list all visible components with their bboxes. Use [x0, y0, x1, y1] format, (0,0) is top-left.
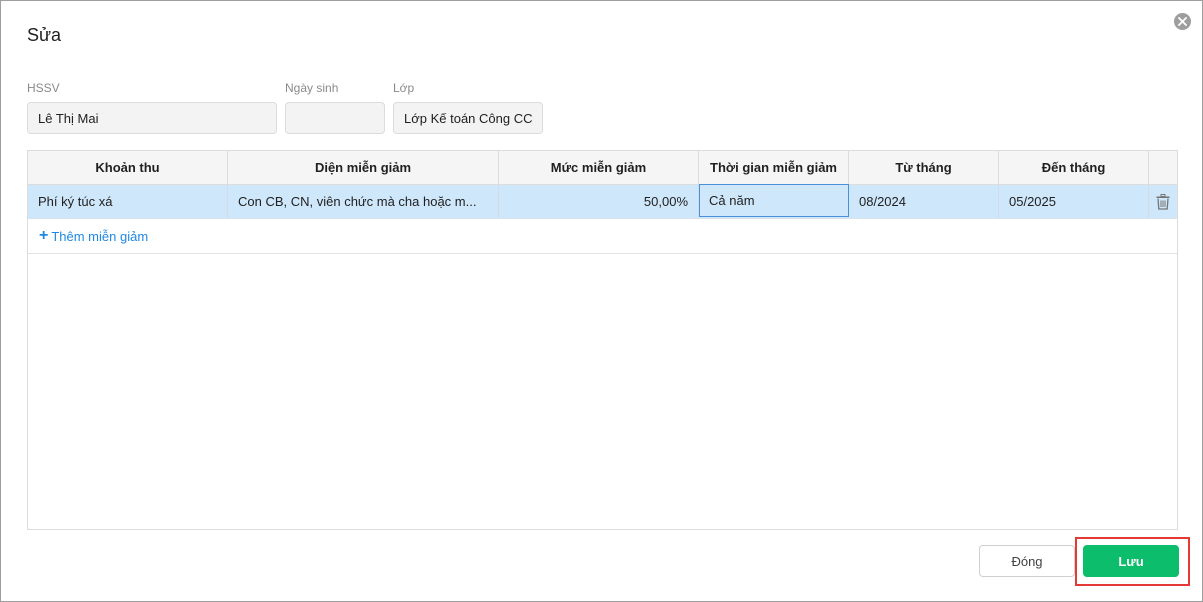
- column-header-actions: [1149, 151, 1177, 184]
- add-exemption-button[interactable]: + Thêm miễn giảm: [28, 219, 1177, 254]
- cell-category[interactable]: Con CB, CN, viên chức mà cha hoặc m...: [228, 185, 499, 218]
- column-header-fee[interactable]: Khoản thu: [28, 151, 228, 184]
- column-header-category[interactable]: Diện miễn giảm: [228, 151, 499, 184]
- class-label: Lớp: [393, 81, 415, 95]
- dialog-title: Sửa: [27, 25, 62, 45]
- cell-to[interactable]: 05/2025: [999, 185, 1149, 218]
- cell-period[interactable]: Cả năm: [699, 184, 849, 217]
- cell-rate[interactable]: 50,00%: [499, 185, 699, 218]
- add-exemption-label: Thêm miễn giảm: [51, 228, 149, 244]
- table-row[interactable]: Phí ký túc xá Con CB, CN, viên chức mà c…: [28, 184, 1177, 219]
- plus-icon: +: [39, 227, 49, 244]
- column-header-period[interactable]: Thời gian miễn giảm: [699, 151, 849, 184]
- cell-from[interactable]: 08/2024: [849, 185, 999, 218]
- column-header-from[interactable]: Từ tháng: [849, 151, 999, 184]
- student-label: HSSV: [27, 81, 60, 95]
- cell-fee[interactable]: Phí ký túc xá: [28, 185, 228, 218]
- delete-row-button[interactable]: [1149, 185, 1177, 218]
- student-field[interactable]: Lê Thị Mai: [27, 102, 277, 134]
- exemption-table: Khoản thu Diện miễn giảm Mức miễn giảm T…: [27, 150, 1178, 530]
- close-x-glyph: [1178, 17, 1187, 26]
- table-header: Khoản thu Diện miễn giảm Mức miễn giảm T…: [28, 151, 1177, 185]
- birthday-label: Ngày sinh: [285, 81, 339, 95]
- column-header-to[interactable]: Đến tháng: [999, 151, 1149, 184]
- close-icon[interactable]: [1174, 13, 1191, 30]
- column-header-rate[interactable]: Mức miễn giảm: [499, 151, 699, 184]
- trash-icon: [1156, 193, 1170, 210]
- close-button[interactable]: Đóng: [979, 545, 1075, 577]
- edit-dialog: Sửa HSSV Lê Thị Mai Ngày sinh Lớp Lớp Kế…: [0, 0, 1203, 602]
- save-button[interactable]: Lưu: [1083, 545, 1179, 577]
- birthday-field[interactable]: [285, 102, 385, 134]
- class-field[interactable]: Lớp Kế toán Công CC: [393, 102, 543, 134]
